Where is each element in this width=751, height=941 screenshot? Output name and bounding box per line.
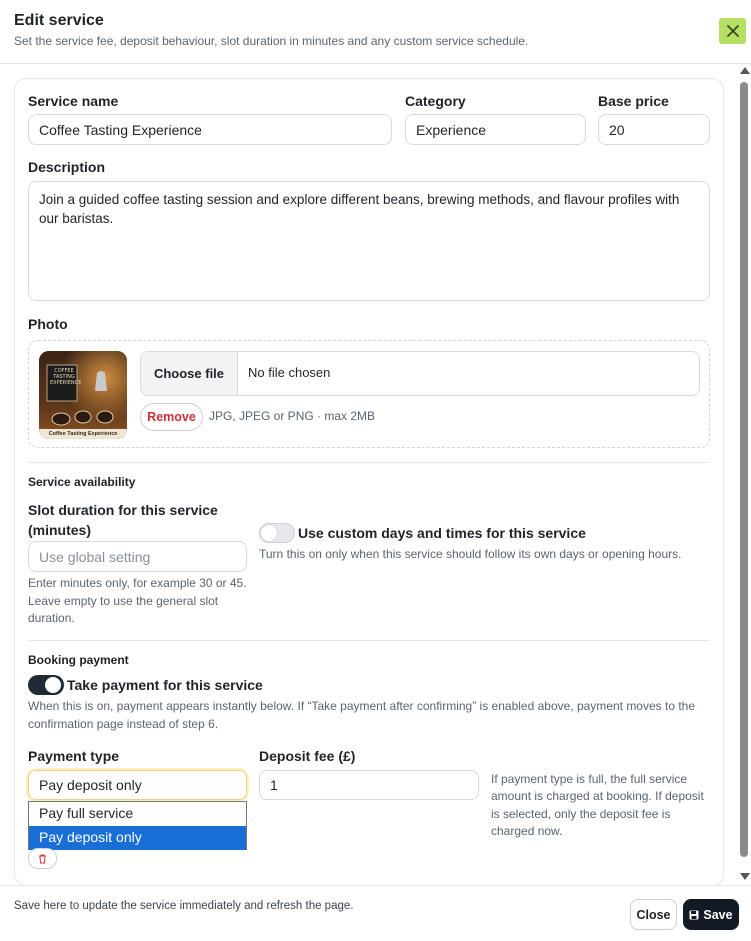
save-label: Save bbox=[703, 907, 733, 922]
modal-footer: Save here to update the service immediat… bbox=[0, 885, 751, 941]
service-name-input[interactable]: Coffee Tasting Experience bbox=[28, 114, 392, 145]
close-icon bbox=[726, 25, 739, 37]
slot-duration-input[interactable]: Use global setting bbox=[28, 541, 247, 572]
close-modal-button[interactable] bbox=[719, 18, 746, 44]
remove-photo-button[interactable]: Remove bbox=[140, 403, 203, 431]
slot-duration-label: Slot duration for this service (minutes) bbox=[28, 502, 218, 538]
base-price-input[interactable]: 20 bbox=[598, 114, 710, 145]
payment-type-label: Payment type bbox=[28, 748, 120, 764]
photo-file-input[interactable]: Choose file No file chosen bbox=[140, 351, 700, 396]
floppy-disk-icon bbox=[689, 910, 699, 919]
trash-icon bbox=[39, 854, 46, 863]
service-photo-thumbnail: COFFEE TASTING EXPERIENCE Coffee Tasting… bbox=[39, 351, 127, 439]
payment-option-deposit[interactable]: Pay deposit only bbox=[29, 826, 246, 850]
scrollbar[interactable] bbox=[738, 64, 751, 885]
footer-note: Save here to update the service immediat… bbox=[14, 900, 354, 912]
delete-button[interactable] bbox=[28, 848, 57, 869]
take-payment-help: When this is on, payment appears instant… bbox=[28, 699, 696, 731]
photo-hint: JPG, JPEG or PNG · max 2MB bbox=[209, 409, 376, 423]
deposit-help: If payment type is full, the full servic… bbox=[491, 772, 704, 838]
modal-title: Edit service bbox=[14, 12, 104, 29]
photo-label: Photo bbox=[28, 316, 68, 332]
thumbnail-sign-text: COFFEE TASTING EXPERIENCE bbox=[50, 368, 82, 386]
custom-schedule-label: Use custom days and times for this servi… bbox=[298, 525, 586, 541]
choose-file-button[interactable]: Choose file bbox=[141, 352, 238, 395]
booking-payment-heading: Booking payment bbox=[28, 653, 129, 667]
scroll-down-arrow-icon[interactable] bbox=[740, 873, 750, 880]
description-label: Description bbox=[28, 159, 106, 175]
take-payment-label: Take payment for this service bbox=[67, 677, 263, 693]
service-name-label: Service name bbox=[28, 93, 119, 109]
description-textarea[interactable]: Join a guided coffee tasting session and… bbox=[28, 181, 710, 301]
file-status-text: No file chosen bbox=[248, 365, 331, 380]
base-price-label: Base price bbox=[598, 93, 669, 109]
save-button[interactable]: Save bbox=[683, 899, 739, 930]
custom-schedule-help: Turn this on only when this service shou… bbox=[259, 547, 682, 561]
scrollbar-thumb[interactable] bbox=[740, 82, 748, 857]
payment-option-full[interactable]: Pay full service bbox=[29, 802, 246, 826]
deposit-fee-label: Deposit fee (£) bbox=[259, 748, 356, 764]
photo-upload-area: COFFEE TASTING EXPERIENCE Coffee Tasting… bbox=[28, 340, 710, 448]
category-input[interactable]: Experience bbox=[405, 114, 586, 145]
slot-duration-help: Enter minutes only, for example 30 or 45… bbox=[28, 576, 247, 625]
section-divider bbox=[28, 640, 710, 641]
modal-subtitle: Set the service fee, deposit behaviour, … bbox=[14, 34, 529, 48]
payment-type-dropdown: Pay full service Pay deposit only bbox=[28, 801, 247, 850]
scroll-up-arrow-icon[interactable] bbox=[740, 67, 750, 74]
category-label: Category bbox=[405, 93, 466, 109]
take-payment-toggle[interactable] bbox=[28, 675, 64, 695]
deposit-fee-input[interactable]: 1 bbox=[259, 770, 479, 800]
payment-type-select[interactable]: Pay deposit only bbox=[28, 770, 247, 800]
section-divider bbox=[28, 462, 710, 463]
thumbnail-caption: Coffee Tasting Experience bbox=[48, 431, 118, 437]
modal-header: Edit service Set the service fee, deposi… bbox=[0, 0, 751, 64]
close-button[interactable]: Close bbox=[630, 899, 677, 930]
service-availability-heading: Service availability bbox=[28, 475, 136, 489]
custom-schedule-toggle[interactable] bbox=[259, 523, 295, 543]
